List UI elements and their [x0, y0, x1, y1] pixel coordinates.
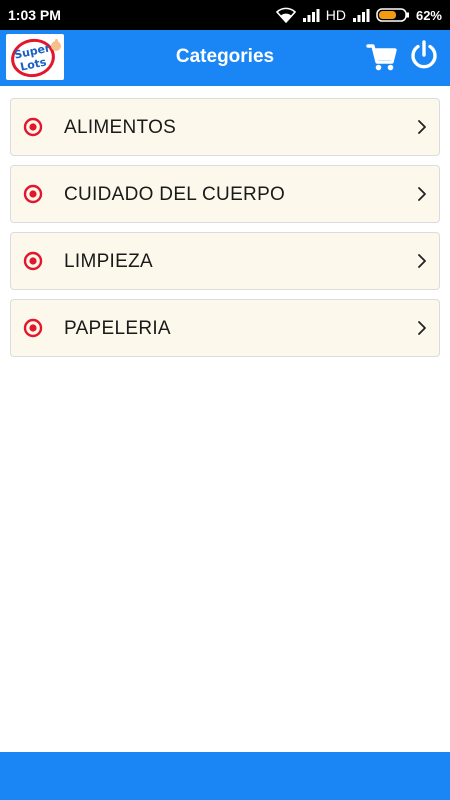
target-icon [23, 251, 43, 271]
category-item-limpieza[interactable]: LIMPIEZA [10, 232, 440, 290]
battery-percent: 62% [415, 7, 442, 23]
bottom-bar [0, 752, 450, 800]
signal-icon [302, 8, 320, 22]
chevron-right-icon [418, 254, 426, 268]
logout-button[interactable] [409, 39, 439, 71]
category-item-cuidado-del-cuerpo[interactable]: CUIDADO DEL CUERPO [10, 165, 440, 223]
category-label: PAPELERIA [64, 318, 171, 339]
chevron-right-icon [418, 120, 426, 134]
category-label: LIMPIEZA [64, 251, 153, 272]
power-icon [411, 40, 437, 69]
cart-button[interactable] [366, 41, 398, 73]
battery-icon [376, 7, 410, 23]
status-icons: HD 62% [275, 6, 442, 24]
chevron-right-icon [418, 321, 426, 335]
cart-icon [366, 44, 397, 71]
category-item-alimentos[interactable]: ALIMENTOS [10, 98, 440, 156]
status-time: 1:03 PM [8, 7, 61, 23]
wifi-icon [275, 7, 296, 23]
category-label: CUIDADO DEL CUERPO [64, 184, 286, 205]
category-label: ALIMENTOS [64, 117, 177, 138]
category-item-papeleria[interactable]: PAPELERIA [10, 299, 440, 357]
chevron-right-icon [418, 187, 426, 201]
target-icon [23, 318, 43, 338]
signal-icon [352, 8, 370, 22]
status-bar: 1:03 PM HD 62% [0, 0, 450, 30]
network-type-label: HD [325, 7, 346, 23]
category-list: ALIMENTOS CUIDADO DEL CUERPO LIMPIEZA PA… [10, 98, 440, 366]
target-icon [23, 184, 43, 204]
target-icon [23, 117, 43, 137]
